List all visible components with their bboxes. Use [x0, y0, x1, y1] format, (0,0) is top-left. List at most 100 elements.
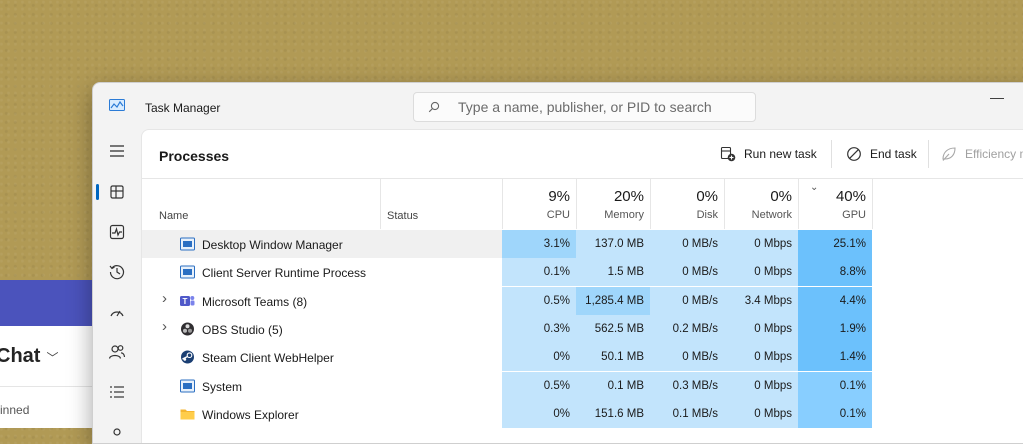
- run-new-task-icon: [720, 146, 736, 162]
- column-separator[interactable]: [380, 179, 381, 229]
- network-value: 0 Mbps: [754, 407, 792, 420]
- window-title: Task Manager: [145, 101, 221, 115]
- network-value: 3.4 Mbps: [744, 294, 792, 307]
- header-divider: [142, 178, 1023, 179]
- page-title: Processes: [159, 148, 230, 164]
- table-row[interactable]: 0.3% 562.5 MB 0.2 MB/s 0 Mbps 1.9% › OBS Studi…: [142, 314, 1022, 343]
- gpu-value: 8.8%: [839, 266, 866, 279]
- teams-icon: T: [180, 294, 195, 308]
- nav-performance[interactable]: [101, 216, 133, 248]
- memory-label: Memory: [604, 209, 644, 221]
- services-icon: [113, 428, 121, 436]
- column-header-gpu[interactable]: 40% GPU: [798, 188, 866, 221]
- processes-icon: [110, 185, 124, 199]
- column-header-memory[interactable]: 20% Memory: [576, 188, 644, 221]
- cpu-total-percent: 9%: [548, 188, 570, 205]
- chevron-down-icon: ﹀: [46, 351, 59, 365]
- network-value: 0 Mbps: [754, 266, 792, 279]
- efficiency-mode-label: Efficiency m: [965, 147, 1023, 161]
- cpu-value: 0.1%: [543, 266, 570, 279]
- cpu-value: 0%: [553, 407, 570, 420]
- process-name: System: [202, 379, 243, 394]
- search-input[interactable]: [458, 98, 738, 116]
- gpu-value: 25.1%: [833, 238, 866, 250]
- task-manager-window: Task Manager —: [92, 82, 1023, 444]
- table-row[interactable]: 0% 151.6 MB 0.1 MB/s 0 Mbps 0.1% Windows Expl…: [142, 399, 1022, 428]
- nav-startup-apps[interactable]: [101, 296, 133, 328]
- toolbar-divider: [928, 140, 929, 168]
- run-new-task-button[interactable]: Run new task: [720, 144, 817, 164]
- nav-details[interactable]: [101, 376, 133, 408]
- disk-value: 0.3 MB/s: [672, 379, 718, 392]
- leaf-icon: [942, 147, 956, 161]
- window-app-icon: [180, 265, 195, 279]
- memory-value: 562.5 MB: [594, 322, 644, 335]
- window-app-icon: [180, 237, 195, 251]
- disk-total-percent: 0%: [696, 188, 718, 205]
- column-header-disk[interactable]: 0% Disk: [650, 188, 718, 221]
- table-row[interactable]: 0.1% 1.5 MB 0 MB/s 0 Mbps 8.8% Client Server …: [142, 258, 1022, 287]
- process-name: Desktop Window Manager: [202, 238, 343, 252]
- table-row[interactable]: 3.1% 137.0 MB 0 MB/s 0 Mbps 25.1% Desktop Win…: [142, 230, 1022, 258]
- background-pinned-label: inned: [0, 403, 30, 417]
- search-box[interactable]: [413, 92, 756, 122]
- nav-app-history[interactable]: [101, 256, 133, 288]
- disk-value: 0 MB/s: [682, 351, 718, 364]
- network-value: 0 Mbps: [754, 322, 792, 335]
- chevron-right-icon[interactable]: ›: [162, 290, 167, 307]
- column-separator[interactable]: [872, 179, 873, 229]
- gpu-value: 4.4%: [839, 294, 866, 307]
- hamburger-menu-button[interactable]: [101, 135, 133, 167]
- memory-value: 0.1 MB: [607, 379, 644, 392]
- active-indicator: [96, 184, 99, 200]
- column-header-status[interactable]: Status: [387, 210, 418, 222]
- end-task-icon: [847, 147, 861, 161]
- title-bar[interactable]: Task Manager —: [93, 83, 1023, 131]
- cpu-value: 0.5%: [543, 379, 570, 392]
- memory-value: 50.1 MB: [601, 351, 644, 364]
- column-header-cpu[interactable]: 9% CPU: [502, 188, 570, 221]
- process-name: Windows Explorer: [202, 407, 299, 422]
- gpu-total-percent: 40%: [835, 188, 866, 205]
- gpu-value: 0.1%: [839, 379, 866, 392]
- cpu-value: 0%: [553, 351, 570, 364]
- table-row[interactable]: 0.5% 1,285.4 MB 0 MB/s 3.4 Mbps 4.4% › T Micros…: [142, 286, 1022, 315]
- navigation-rail: [93, 131, 141, 443]
- network-value: 0 Mbps: [754, 379, 792, 392]
- steam-icon: [180, 350, 195, 364]
- gpu-label: GPU: [842, 209, 866, 221]
- disk-value: 0.1 MB/s: [672, 407, 718, 420]
- memory-value: 137.0 MB: [594, 238, 644, 250]
- table-row[interactable]: 0.5% 0.1 MB 0.3 MB/s 0 Mbps 0.1% System: [142, 371, 1022, 400]
- disk-label: Disk: [696, 209, 718, 221]
- column-header-network[interactable]: 0% Network: [724, 188, 792, 221]
- process-name: OBS Studio (5): [202, 322, 283, 337]
- process-name: Client Server Runtime Process: [202, 266, 367, 281]
- hamburger-menu-icon: [110, 145, 124, 157]
- window-app-icon: [180, 379, 195, 393]
- startup-apps-icon: [110, 310, 124, 317]
- end-task-button[interactable]: End task: [846, 144, 917, 164]
- background-chat-title[interactable]: Chat ﹀: [0, 345, 58, 368]
- process-name: Microsoft Teams (8): [202, 294, 308, 309]
- background-teams-header: [0, 280, 100, 326]
- nav-users[interactable]: [101, 336, 133, 368]
- efficiency-mode-button[interactable]: Efficiency m: [941, 144, 1023, 164]
- table-row[interactable]: 0% 50.1 MB 0 MB/s 0 Mbps 1.4% Steam Client We…: [142, 343, 1022, 372]
- process-name: Steam Client WebHelper: [202, 351, 334, 366]
- chevron-right-icon[interactable]: ›: [162, 318, 167, 335]
- run-new-task-label: Run new task: [744, 147, 817, 161]
- network-value: 0 Mbps: [754, 238, 792, 250]
- folder-icon: [180, 407, 195, 421]
- processes-page: Processes Run new task End task Efficien…: [141, 129, 1023, 443]
- disk-value: 0 MB/s: [682, 238, 718, 250]
- cpu-value: 3.1%: [543, 238, 570, 250]
- nav-processes[interactable]: [101, 176, 133, 208]
- memory-total-percent: 20%: [613, 188, 644, 205]
- column-header-name[interactable]: Name: [159, 210, 188, 222]
- background-divider: [0, 386, 100, 387]
- memory-value: 1,285.4 MB: [585, 294, 644, 307]
- gpu-value: 1.4%: [839, 351, 866, 364]
- nav-services[interactable]: [101, 416, 133, 443]
- minimize-button[interactable]: —: [987, 89, 1007, 109]
